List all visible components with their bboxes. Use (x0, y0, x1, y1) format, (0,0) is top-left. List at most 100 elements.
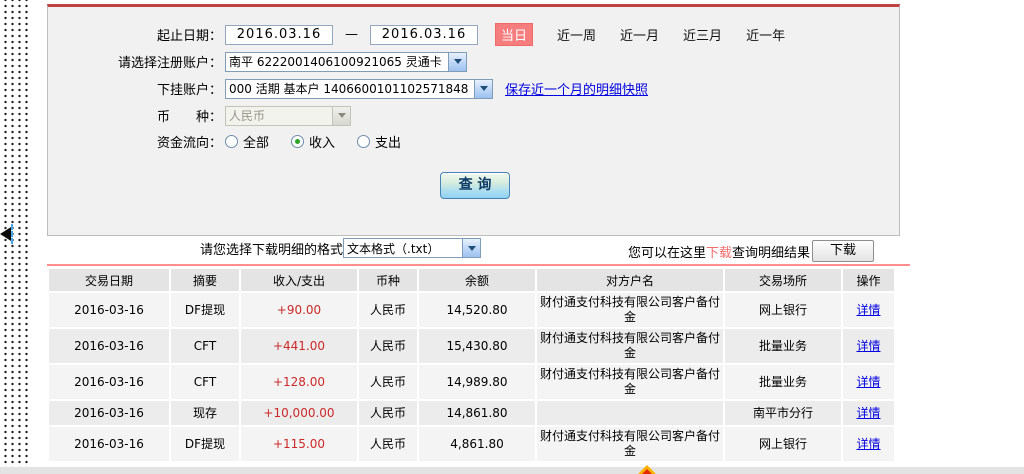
cell-venue: 南平市分行 (725, 401, 841, 425)
quick-range-link[interactable]: 近一月 (620, 25, 659, 44)
flow-direction-label: 资金流向： (156, 136, 222, 151)
flow-radio-label: 全部 (243, 136, 270, 151)
cell-date: 2016-03-16 (49, 365, 169, 399)
cell-summary: DF提现 (171, 427, 239, 461)
header-cell: 交易日期 (49, 269, 169, 291)
cell-summary: CFT (171, 365, 239, 399)
cell-venue: 网上银行 (725, 293, 841, 327)
sub-account-label: 下挂账户： (156, 83, 222, 98)
cell-action: 详情 (843, 293, 894, 327)
cell-counterparty: 财付通支付科技有限公司客户备付金 (537, 427, 723, 461)
download-hint-highlight: 下载 (706, 245, 733, 261)
header-cell: 操作 (843, 269, 894, 291)
cell-currency: 人民币 (359, 427, 417, 461)
cell-date: 2016-03-16 (49, 401, 169, 425)
cell-amount: +10,000.00 (241, 401, 357, 425)
header-cell: 余额 (419, 269, 535, 291)
detail-link[interactable]: 详情 (856, 406, 880, 420)
chevron-down-icon[interactable] (462, 239, 481, 257)
register-account-label: 请选择注册账户： (117, 56, 222, 71)
register-account-select[interactable]: 南平 6222001406100921065 灵通卡 (225, 51, 467, 72)
cell-balance: 14,861.80 (419, 401, 535, 425)
quick-range-today-badge[interactable]: 当日 (495, 23, 534, 46)
cell-balance: 14,520.80 (419, 293, 535, 327)
cell-venue: 批量业务 (725, 329, 841, 363)
flow-radio-option[interactable]: 支出 (357, 132, 401, 151)
cell-summary: DF提现 (171, 293, 239, 327)
quick-range-link[interactable]: 近一周 (557, 25, 596, 44)
cell-currency: 人民币 (359, 401, 417, 425)
flow-radio-option[interactable]: 收入 (291, 132, 335, 151)
date-to-input[interactable] (370, 24, 478, 45)
download-button[interactable]: 下载 (812, 240, 875, 262)
cell-venue: 批量业务 (725, 365, 841, 399)
collapse-arrow-icon[interactable] (0, 227, 11, 241)
quick-range-link[interactable]: 近一年 (746, 25, 785, 44)
detail-link[interactable]: 详情 (856, 437, 880, 451)
cell-action: 详情 (843, 427, 894, 461)
cell-counterparty (537, 401, 723, 425)
table-row: 2016-03-16 DF提现 +90.00 人民币 14,520.80 财付通支付科技有… (49, 293, 894, 327)
table-row: 2016-03-16 CFT +441.00 人民币 15,430.80 财付通支付科技有… (49, 329, 894, 363)
date-from-input[interactable] (225, 24, 333, 45)
bottom-strip (0, 467, 1024, 474)
cell-summary: CFT (171, 329, 239, 363)
table-row: 2016-03-16 CFT +128.00 人民币 14,989.80 财付通支付科技有… (49, 365, 894, 399)
currency-value: 人民币 (229, 109, 266, 123)
banking-query-page: 起止日期： — 当日 近一周 近一月 近三月 近一年 请选择注册账户： 南平 6222… (0, 0, 1024, 474)
register-account-row: 请选择注册账户： 南平 6222001406100921065 灵通卡 (48, 51, 899, 72)
download-hint-suffix: 查询明细结果 (732, 245, 811, 261)
flow-direction-row: 资金流向： 全部 收入 支出 (48, 131, 899, 152)
table-row: 2016-03-16 DF提现 +115.00 人民币 4,861.80 财付通支付科技有… (49, 427, 894, 461)
header-cell: 收入/支出 (241, 269, 357, 291)
currency-label: 币 种： (156, 110, 222, 125)
cell-amount: +441.00 (241, 329, 357, 363)
table-header-row: 交易日期 摘要 收入/支出 币种 余额 对方户名 交易场所 操作 (49, 269, 894, 291)
quick-range-link[interactable]: 近三月 (683, 25, 722, 44)
chevron-down-icon[interactable] (474, 79, 492, 98)
bottom-logo-icon-inner (642, 469, 652, 474)
cell-amount: +90.00 (241, 293, 357, 327)
detail-link[interactable]: 详情 (856, 339, 880, 353)
query-button[interactable]: 查 询 (440, 172, 510, 199)
cell-balance: 15,430.80 (419, 329, 535, 363)
radio-icon[interactable] (357, 135, 371, 148)
transactions-body: 2016-03-16 DF提现 +90.00 人民币 14,520.80 财付通支付科技有… (49, 293, 894, 461)
header-cell: 摘要 (171, 269, 239, 291)
cell-currency: 人民币 (359, 365, 417, 399)
cell-counterparty: 财付通支付科技有限公司客户备付金 (537, 329, 723, 363)
download-hint-prefix: 您可以在这里 (628, 245, 707, 261)
detail-link[interactable]: 详情 (856, 375, 880, 389)
chevron-down-icon[interactable] (448, 52, 466, 71)
date-range-label: 起止日期： (156, 29, 222, 44)
flow-radio-label: 收入 (309, 136, 336, 151)
transactions-table: 交易日期 摘要 收入/支出 币种 余额 对方户名 交易场所 操作 2016-03-16 DF提现… (47, 267, 896, 463)
cell-venue: 网上银行 (725, 427, 841, 461)
save-snapshot-link[interactable]: 保存近一个月的明细快照 (505, 79, 648, 98)
cell-amount: +128.00 (241, 365, 357, 399)
currency-select-disabled: 人民币 (225, 105, 351, 126)
detail-link[interactable]: 详情 (856, 303, 880, 317)
flow-radio-label: 支出 (375, 136, 402, 151)
sub-account-value: 000 活期 基本户 1406600101102571848 (229, 82, 469, 96)
header-cell: 币种 (359, 269, 417, 291)
cell-action: 详情 (843, 329, 894, 363)
flow-radio-option[interactable]: 全部 (225, 132, 269, 151)
collapse-handle-bar (11, 224, 13, 244)
radio-icon[interactable] (291, 135, 305, 148)
sub-account-select[interactable]: 000 活期 基本户 1406600101102571848 (225, 78, 493, 99)
cell-date: 2016-03-16 (49, 427, 169, 461)
header-cell: 对方户名 (537, 269, 723, 291)
currency-row: 币 种： 人民币 (48, 105, 899, 126)
download-format-select[interactable]: 文本格式（.txt） (343, 238, 482, 258)
header-cell: 交易场所 (725, 269, 841, 291)
cell-action: 详情 (843, 365, 894, 399)
radio-icon[interactable] (225, 135, 238, 148)
cell-amount: +115.00 (241, 427, 357, 461)
table-row: 2016-03-16 现存 +10,000.00 人民币 14,861.80 南平市分行 详… (49, 401, 894, 425)
quick-range-links: 近一周 近一月 近三月 近一年 (533, 25, 785, 44)
cell-summary: 现存 (171, 401, 239, 425)
flow-radio-group: 全部 收入 支出 (225, 132, 423, 151)
download-format-group: 请您选择下载明细的格式 文本格式（.txt） (200, 238, 482, 258)
query-form-panel: 起止日期： — 当日 近一周 近一月 近三月 近一年 请选择注册账户： 南平 6222… (47, 4, 900, 236)
